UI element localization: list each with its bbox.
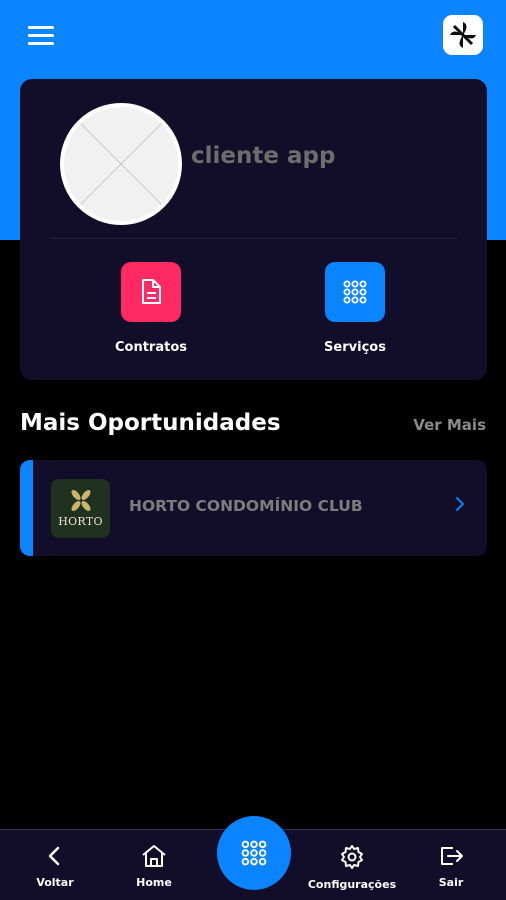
nav-settings[interactable]: Configurações xyxy=(302,844,402,891)
logout-icon xyxy=(441,847,463,865)
nav-settings-label: Configurações xyxy=(307,878,397,891)
profile-card: cliente app Contratos Serviços xyxy=(20,79,487,380)
services-label: Serviços xyxy=(324,340,386,355)
pinwheel-logo-icon xyxy=(443,15,483,55)
services-button[interactable]: Serviços xyxy=(295,262,415,355)
see-more-link[interactable]: Ver Mais xyxy=(413,416,486,434)
hamburger-menu-icon-line xyxy=(28,42,54,45)
hamburger-menu-icon-line xyxy=(28,26,54,29)
avatar[interactable] xyxy=(60,103,182,225)
services-fab-button[interactable] xyxy=(217,816,291,890)
opportunity-title: HORTO CONDOMÍNIO CLUB xyxy=(129,497,363,515)
chevron-left-icon xyxy=(48,846,60,866)
opportunity-card[interactable]: HORTO HORTO CONDOMÍNIO CLUB xyxy=(20,460,487,556)
gear-icon xyxy=(341,845,363,869)
grid-dots-icon xyxy=(241,840,267,866)
home-icon xyxy=(142,845,166,867)
nav-home[interactable]: Home xyxy=(104,844,204,889)
leaf-logo-icon xyxy=(71,490,90,511)
nav-back[interactable]: Voltar xyxy=(5,844,105,889)
nav-home-label: Home xyxy=(136,876,172,889)
contracts-button[interactable]: Contratos xyxy=(91,262,211,355)
nav-logout-label: Sair xyxy=(438,876,464,889)
chevron-right-icon xyxy=(455,496,465,516)
contracts-label: Contratos xyxy=(114,340,187,355)
document-icon xyxy=(121,262,181,322)
hamburger-menu-icon-line xyxy=(28,34,54,37)
avatar-placeholder-icon xyxy=(64,107,178,221)
menu-button[interactable] xyxy=(28,26,54,46)
thumbnail-text: HORTO xyxy=(58,515,103,528)
card-accent-bar xyxy=(20,460,33,556)
opportunity-thumbnail: HORTO xyxy=(51,479,110,538)
divider xyxy=(50,238,457,239)
nav-logout[interactable]: Sair xyxy=(401,844,501,889)
user-name: cliente app xyxy=(191,143,336,169)
grid-dots-icon xyxy=(325,262,385,322)
section-title: Mais Oportunidades xyxy=(20,410,281,436)
nav-back-label: Voltar xyxy=(36,876,74,889)
